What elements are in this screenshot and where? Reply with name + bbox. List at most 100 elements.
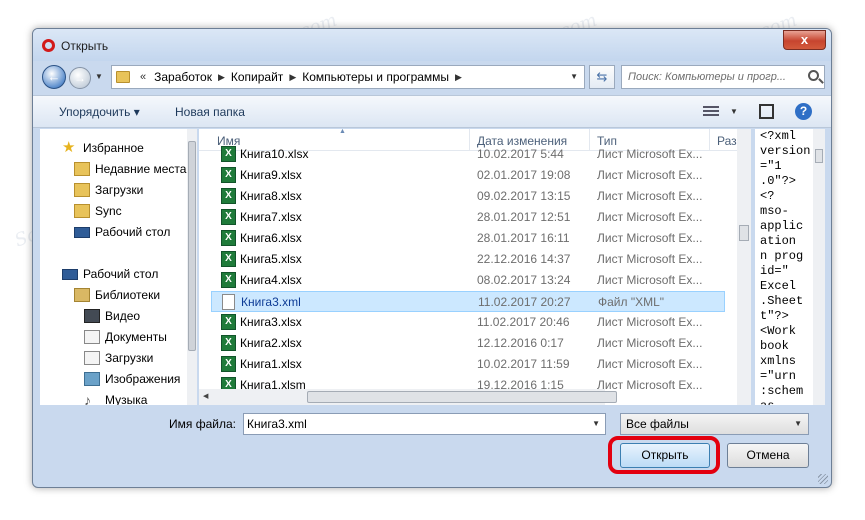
preview-line: ="urn — [760, 369, 797, 383]
chevron-down-icon[interactable]: ▼ — [794, 414, 802, 434]
chevron-down-icon[interactable]: ▼ — [592, 414, 600, 434]
breadcrumb-item[interactable]: Компьютеры и программы — [302, 70, 449, 84]
back-button[interactable]: ← — [42, 65, 66, 89]
open-button-highlight — [608, 436, 720, 474]
navigation-pane: ★ Избранное Недавние места Загрузки Sync… — [40, 129, 197, 405]
preview-line: book — [760, 339, 789, 353]
file-name: Книга6.xlsx — [240, 231, 302, 245]
sidebar-item-music[interactable]: ♪ Музыка — [84, 390, 147, 405]
arrow-left-icon[interactable]: ◀ — [203, 392, 208, 400]
preview-pane-icon[interactable] — [759, 104, 774, 119]
title-bar[interactable]: Открыть x — [33, 29, 831, 61]
forward-button[interactable]: → — [69, 67, 91, 89]
window-title: Открыть — [61, 39, 109, 53]
sidebar-item-lib-downloads[interactable]: Загрузки — [84, 348, 153, 368]
sidebar-item-downloads[interactable]: Загрузки — [74, 180, 143, 200]
file-row[interactable]: X Книга6.xlsx 28.01.2017 16:11 Лист Microso… — [211, 228, 725, 249]
excel-file-icon: X — [221, 209, 236, 225]
chevron-down-icon[interactable]: ▼ — [730, 107, 738, 116]
file-row[interactable]: X Книга4.xlsx 08.02.2017 13:24 Лист Microso… — [211, 270, 725, 291]
horizontal-scrollbar-thumb[interactable] — [307, 391, 617, 403]
file-list-scrollbar-thumb[interactable] — [739, 225, 749, 241]
file-type-select[interactable]: Все файлы ▼ — [620, 413, 809, 435]
excel-file-icon: X — [221, 230, 236, 246]
preview-line: as- — [760, 399, 812, 405]
file-row[interactable]: X Книга2.xlsx 12.12.2016 0:17 Лист Microsof… — [211, 333, 725, 354]
file-date: 28.01.2017 16:11 — [477, 231, 570, 245]
file-row[interactable]: X Книга9.xlsx 02.01.2017 19:08 Лист Microso… — [211, 165, 725, 186]
new-folder-button[interactable]: Новая папка — [175, 105, 245, 119]
preview-line: ="1 — [760, 159, 782, 173]
file-name: Книга10.xlsx — [240, 147, 309, 161]
filename-input[interactable]: Книга3.xml ▼ — [243, 413, 606, 435]
refresh-button[interactable]: ⇆ — [589, 65, 615, 89]
preview-line: <Work — [760, 324, 797, 338]
chevron-right-icon[interactable]: ▶ — [289, 72, 296, 83]
file-row[interactable]: Книга3.xml 11.02.2017 20:27 Файл "XML" — [211, 291, 725, 312]
sidebar-item-recent[interactable]: Недавние места — [74, 159, 186, 179]
sidebar-scrollbar[interactable] — [187, 129, 197, 405]
file-type: Лист Microsoft Ex... — [597, 315, 703, 329]
sidebar-item-label: Библиотеки — [95, 288, 161, 302]
file-list-vertical-scrollbar[interactable] — [737, 129, 751, 405]
search-placeholder: Поиск: Компьютеры и прогр... — [628, 71, 786, 83]
sidebar-item-libraries[interactable]: Библиотеки — [74, 285, 160, 305]
excel-file-icon: X — [221, 167, 236, 183]
opera-icon — [42, 39, 55, 52]
preview-line: version — [760, 144, 811, 158]
file-row[interactable]: X Книга10.xlsx 10.02.2017 5:44 Лист Microso… — [211, 144, 725, 165]
excel-file-icon: X — [221, 188, 236, 204]
sidebar-item-sync[interactable]: Sync — [74, 201, 122, 221]
sidebar-item-documents[interactable]: Документы — [84, 327, 167, 347]
sidebar-item-images[interactable]: Изображения — [84, 369, 180, 389]
organize-button[interactable]: Упорядочить ▾ — [59, 105, 140, 119]
help-button[interactable]: ? — [795, 103, 812, 120]
preview-scrollbar-thumb[interactable] — [815, 149, 823, 163]
preview-line: n prog — [760, 249, 804, 263]
breadcrumb-overflow[interactable]: « — [140, 71, 146, 83]
resize-grip[interactable] — [818, 474, 828, 484]
preview-line: <?xml — [760, 129, 797, 143]
breadcrumb-item[interactable]: Копирайт — [231, 70, 283, 84]
breadcrumb-item[interactable]: Заработок — [154, 70, 212, 84]
navigation-row: ← → ▼ « Заработок ▶ Копирайт ▶ Компьютер… — [33, 63, 831, 91]
file-date: 22.12.2016 14:37 — [477, 252, 571, 266]
sidebar-item-label: Музыка — [105, 393, 148, 405]
view-icon[interactable] — [703, 104, 719, 118]
chevron-right-icon[interactable]: ▶ — [218, 72, 225, 83]
recent-locations-dropdown[interactable]: ▼ — [95, 72, 103, 81]
sidebar-item-label: Загрузки — [95, 183, 144, 197]
excel-file-icon: X — [221, 314, 236, 330]
file-type-value: Все файлы — [626, 417, 689, 431]
sidebar-item-video[interactable]: Видео — [84, 306, 140, 326]
downloads-icon — [74, 183, 90, 197]
preview-line: id=" — [760, 264, 789, 278]
close-button[interactable]: x — [783, 30, 826, 50]
search-input[interactable]: Поиск: Компьютеры и прогр... — [621, 65, 825, 89]
preview-scrollbar[interactable] — [813, 129, 825, 405]
file-row[interactable]: X Книга7.xlsx 28.01.2017 12:51 Лист Microso… — [211, 207, 725, 228]
file-type: Лист Microsoft Ex... — [597, 168, 703, 182]
file-date: 11.02.2017 20:46 — [477, 315, 570, 329]
file-row[interactable]: X Книга5.xlsx 22.12.2016 14:37 Лист Microso… — [211, 249, 725, 270]
sidebar-item-desktop[interactable]: Рабочий стол — [74, 222, 170, 242]
file-row[interactable]: X Книга3.xlsx 11.02.2017 20:46 Лист Microso… — [211, 312, 725, 333]
file-row[interactable]: X Книга8.xlsx 09.02.2017 13:15 Лист Microso… — [211, 186, 725, 207]
file-name: Книга8.xlsx — [240, 189, 302, 203]
chevron-down-icon[interactable]: ▼ — [570, 72, 578, 81]
file-list-horizontal-scrollbar[interactable]: ◀ — [199, 389, 617, 405]
sidebar-item-label: Загрузки — [105, 351, 154, 365]
file-row[interactable]: X Книга1.xlsx 10.02.2017 11:59 Лист Microso… — [211, 354, 725, 375]
file-name: Книга3.xlsx — [240, 315, 302, 329]
file-type: Лист Microsoft Ex... — [597, 336, 703, 350]
sidebar-scrollbar-thumb[interactable] — [188, 141, 196, 351]
address-bar[interactable]: « Заработок ▶ Копирайт ▶ Компьютеры и пр… — [111, 65, 585, 89]
file-type: Лист Microsoft Ex... — [597, 189, 703, 203]
file-type: Лист Microsoft Ex... — [597, 210, 703, 224]
sidebar-item-label: Документы — [105, 330, 167, 344]
preview-line: mso- — [760, 204, 789, 218]
chevron-right-icon[interactable]: ▶ — [455, 72, 462, 83]
sidebar-item-favorites[interactable]: ★ Избранное — [62, 138, 144, 158]
sidebar-item-desktop-root[interactable]: Рабочий стол — [62, 264, 158, 284]
cancel-button[interactable]: Отмена — [727, 443, 809, 468]
